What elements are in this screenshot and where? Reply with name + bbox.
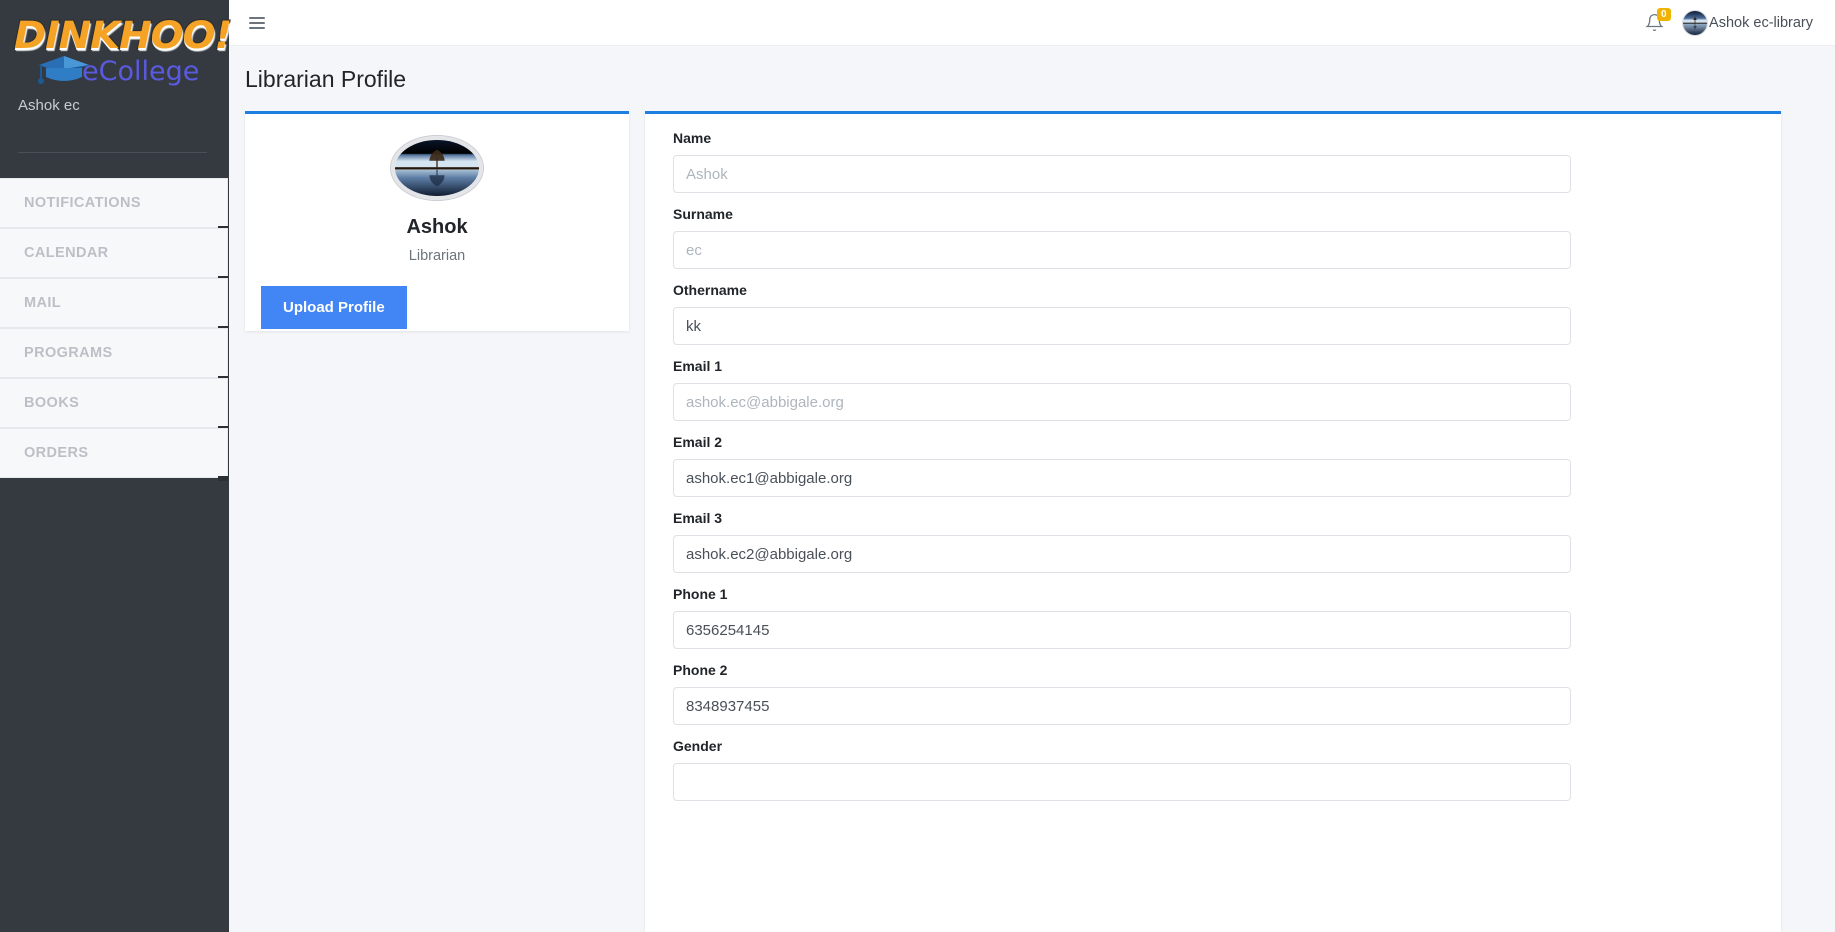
user-name-label: Ashok ec-library xyxy=(1709,14,1813,31)
field-label: Phone 2 xyxy=(673,662,728,678)
page-title: Librarian Profile xyxy=(245,66,407,92)
content-area: Ashok Librarian Upload Profile Name Surn… xyxy=(237,111,1835,932)
field-email-2: Email 2 xyxy=(673,434,1571,497)
sidebar-item-programs[interactable]: PROGRAMS xyxy=(0,328,228,381)
profile-role: Librarian xyxy=(408,248,466,264)
email-3-input[interactable] xyxy=(673,535,1571,573)
field-label: Email 2 xyxy=(673,434,723,450)
phone-1-input[interactable] xyxy=(673,611,1571,649)
sidebar-item-label: ORDERS xyxy=(24,445,89,461)
main-area: 0 Ashok ec-library Librarian Profile Ash… xyxy=(229,0,1835,932)
field-label: Email 1 xyxy=(673,358,723,374)
sidebar-item-orders[interactable]: ORDERS xyxy=(0,428,228,481)
email-2-input[interactable] xyxy=(673,459,1571,497)
field-gender: Gender xyxy=(673,738,1571,801)
profile-form-card: Name Surname Othername Email 1 Email 2 xyxy=(645,111,1781,932)
avatar-image xyxy=(1683,10,1708,35)
sidebar-item-calendar[interactable]: CALENDAR xyxy=(0,228,228,281)
sidebar-menu: NOTIFICATIONS CALENDAR MAIL PROGRAMS BOO… xyxy=(0,178,229,481)
field-label: Phone 1 xyxy=(673,586,728,602)
sidebar-user-label: Ashok ec xyxy=(18,97,80,114)
topbar-right-group: 0 Ashok ec-library xyxy=(1645,8,1813,36)
field-label: Surname xyxy=(673,206,733,222)
sidebar-item-label: MAIL xyxy=(24,295,62,311)
notification-badge: 0 xyxy=(1657,8,1671,21)
logo-secondary-text: eCollege xyxy=(82,56,200,87)
field-surname: Surname xyxy=(673,206,1571,269)
sidebar-item-books[interactable]: BOOKS xyxy=(0,378,228,431)
logo-primary-text: DINKHOO! xyxy=(13,13,233,58)
menu-notch xyxy=(218,476,228,481)
brand-logo[interactable]: DINKHOO! eCollege Ashok ec xyxy=(0,0,233,153)
field-name: Name xyxy=(673,130,1571,193)
avatar xyxy=(1682,9,1709,36)
sidebar-item-notifications[interactable]: NOTIFICATIONS xyxy=(0,178,228,231)
upload-profile-button[interactable]: Upload Profile xyxy=(261,286,407,329)
field-phone-1: Phone 1 xyxy=(673,586,1571,649)
sidebar-item-label: NOTIFICATIONS xyxy=(24,195,141,211)
othername-input[interactable] xyxy=(673,307,1571,345)
profile-avatar[interactable] xyxy=(391,136,483,200)
sidebar-divider xyxy=(18,152,207,153)
profile-name: Ashok xyxy=(406,216,468,238)
profile-avatar-image xyxy=(395,140,479,196)
field-othername: Othername xyxy=(673,282,1571,345)
user-menu[interactable]: Ashok ec-library xyxy=(1682,9,1813,36)
field-email-1: Email 1 xyxy=(673,358,1571,421)
email-1-input[interactable] xyxy=(673,383,1571,421)
field-label: Email 3 xyxy=(673,510,723,526)
field-label: Gender xyxy=(673,738,723,754)
sidebar-item-label: BOOKS xyxy=(24,395,80,411)
field-label: Othername xyxy=(673,282,747,298)
name-input[interactable] xyxy=(673,155,1571,193)
sidebar-item-mail[interactable]: MAIL xyxy=(0,278,228,331)
surname-input[interactable] xyxy=(673,231,1571,269)
hamburger-menu-icon[interactable] xyxy=(247,10,267,36)
app-root: DINKHOO! eCollege Ashok ec NOTIFICATIONS xyxy=(0,0,1835,932)
field-phone-2: Phone 2 xyxy=(673,662,1571,725)
notifications-button[interactable]: 0 xyxy=(1645,8,1671,32)
gender-input[interactable] xyxy=(673,763,1571,801)
sidebar-item-label: PROGRAMS xyxy=(24,345,113,361)
sidebar-item-label: CALENDAR xyxy=(24,245,109,261)
phone-2-input[interactable] xyxy=(673,687,1571,725)
sidebar: DINKHOO! eCollege Ashok ec NOTIFICATIONS xyxy=(0,0,233,932)
field-label: Name xyxy=(673,130,712,146)
profile-card: Ashok Librarian Upload Profile xyxy=(245,111,629,331)
topbar: 0 Ashok ec-library xyxy=(229,0,1835,46)
field-email-3: Email 3 xyxy=(673,510,1571,573)
